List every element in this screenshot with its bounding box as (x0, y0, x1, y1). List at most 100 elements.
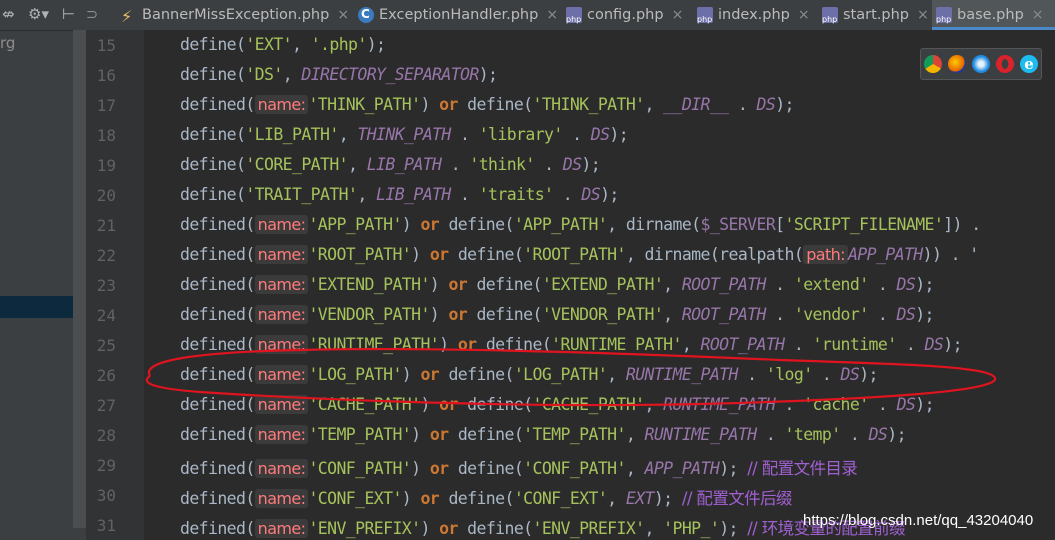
tab-exception-handler[interactable]: ExceptionHandler.php × (358, 0, 558, 30)
code-token: , (607, 489, 626, 508)
close-icon[interactable]: × (917, 7, 929, 23)
code-token: , (625, 425, 645, 444)
code-token: ); (478, 65, 498, 84)
code-token: define( (180, 155, 246, 174)
code-token: . (775, 395, 804, 414)
code-token: DS (562, 155, 582, 174)
code-token: $_SERVER (700, 215, 776, 234)
code-token: ) (411, 245, 430, 264)
code-token: ) (429, 275, 449, 294)
close-icon[interactable]: × (1032, 7, 1044, 23)
code-line-24: defined(name: 'VENDOR_PATH') or define('V… (180, 305, 934, 324)
code-token: defined( (180, 459, 255, 478)
code-token: 'APP_PATH' (513, 215, 608, 234)
code-token: 'CORE_PATH' (245, 155, 349, 174)
tab-label: BannerMissException.php (142, 7, 330, 23)
code-token: 'EXTEND_PATH' (541, 275, 664, 294)
tab-config[interactable]: config.php × (566, 0, 683, 30)
safari-icon[interactable] (972, 55, 990, 73)
code-token: 'LIB_PATH' (245, 125, 339, 144)
code-token: ROOT_PATH (681, 305, 767, 324)
panel-scrollbar[interactable] (73, 30, 86, 528)
code-token: defined( (180, 335, 255, 354)
code-token: ) (401, 365, 421, 384)
code-token: APP_PATH (644, 459, 720, 478)
code-token: ) (429, 305, 449, 324)
code-token: . (450, 125, 479, 144)
code-token: '.php' (310, 35, 368, 54)
code-token: define( (439, 489, 514, 508)
code-token: 'PHP_' (663, 519, 720, 538)
code-token: [ (775, 215, 785, 234)
firefox-icon[interactable] (948, 55, 966, 73)
code-token: 'TEMP_PATH' (308, 425, 412, 444)
code-token: 'TRAIT_PATH' (245, 185, 358, 204)
browser-preview-bar: e (920, 48, 1042, 80)
code-token: . (450, 185, 479, 204)
code-token: 'CONF_EXT' (513, 489, 608, 508)
opera-icon[interactable] (996, 55, 1014, 73)
class-icon (358, 7, 374, 23)
gear-icon[interactable]: ⚙▾ (28, 5, 49, 23)
code-token: 'extend' (793, 275, 869, 294)
tab-start[interactable]: start.php × (822, 0, 929, 30)
close-icon[interactable]: × (546, 7, 558, 23)
code-token: define( (180, 185, 246, 204)
code-token: . (756, 425, 785, 444)
code-token: ) (439, 335, 458, 354)
close-icon[interactable]: × (337, 7, 349, 23)
code-token: 'VENDOR_PATH' (308, 305, 430, 324)
line-number: 30 (96, 486, 116, 505)
code-token: 'temp' (784, 425, 842, 444)
close-icon[interactable]: × (672, 7, 684, 23)
collapse-icon[interactable]: ⊢ (62, 5, 75, 23)
tab-index[interactable]: index.php × (697, 0, 810, 30)
code-token: defined( (180, 305, 255, 324)
split-icon[interactable]: ⇎ (2, 5, 15, 23)
tab-base[interactable]: base.php × (932, 0, 1055, 30)
code-line-30: defined(name: 'CONF_EXT') or define('CONF… (180, 485, 792, 509)
code-token: . (765, 305, 794, 324)
code-token: , (338, 125, 358, 144)
code-token: 'log' (765, 365, 813, 384)
code-token: 'traits' (478, 185, 554, 204)
code-token: define( (180, 35, 246, 54)
code-token: ) (401, 489, 421, 508)
code-token: ); (581, 155, 601, 174)
code-token: 'RUNTIME_PATH' (551, 335, 682, 354)
code-editor[interactable]: define('EXT', '.php'); define('DS', DIREC… (144, 30, 1055, 540)
code-token: . (765, 275, 794, 294)
code-token: ); (887, 425, 906, 444)
code-token: , (644, 95, 664, 114)
code-token: . (534, 155, 563, 174)
code-comment: // 配置文件目录 (747, 459, 858, 478)
code-line-29: defined(name: 'CONF_PATH') or define('CON… (180, 455, 858, 479)
php-icon (566, 7, 582, 24)
code-token: DS (590, 125, 610, 144)
code-token: , dirname( (607, 215, 701, 234)
code-token: RUNTIME_PATH (663, 395, 776, 414)
code-token: __DIR__ (663, 95, 729, 114)
tab-banner-miss-exception[interactable]: ⚡ BannerMissException.php × (121, 0, 349, 30)
code-token: ); (915, 275, 934, 294)
tab-partial[interactable]: ⊃ (86, 0, 98, 30)
code-line-20: define('TRAIT_PATH', LIB_PATH . 'traits'… (180, 185, 619, 204)
code-token: DS (896, 395, 916, 414)
ie-icon[interactable]: e (1020, 55, 1038, 73)
code-token: 'SCRIPT_FILENAME' (784, 215, 944, 234)
code-token: . (562, 125, 591, 144)
close-icon[interactable]: × (798, 7, 810, 23)
code-token: 'DS' (245, 65, 283, 84)
code-token: . (728, 95, 757, 114)
project-tree-item[interactable]: rg (0, 34, 15, 52)
code-token: RUNTIME_PATH (625, 365, 739, 384)
line-number: 26 (96, 366, 116, 385)
code-token: ROOT_PATH (700, 335, 786, 354)
line-number: 15 (96, 36, 116, 55)
line-number: 17 (96, 96, 116, 115)
code-token: DS (581, 185, 601, 204)
chrome-icon[interactable] (924, 55, 942, 73)
code-token: 'THINK_PATH' (308, 95, 421, 114)
code-token: , (644, 519, 664, 538)
code-token: . (840, 425, 869, 444)
